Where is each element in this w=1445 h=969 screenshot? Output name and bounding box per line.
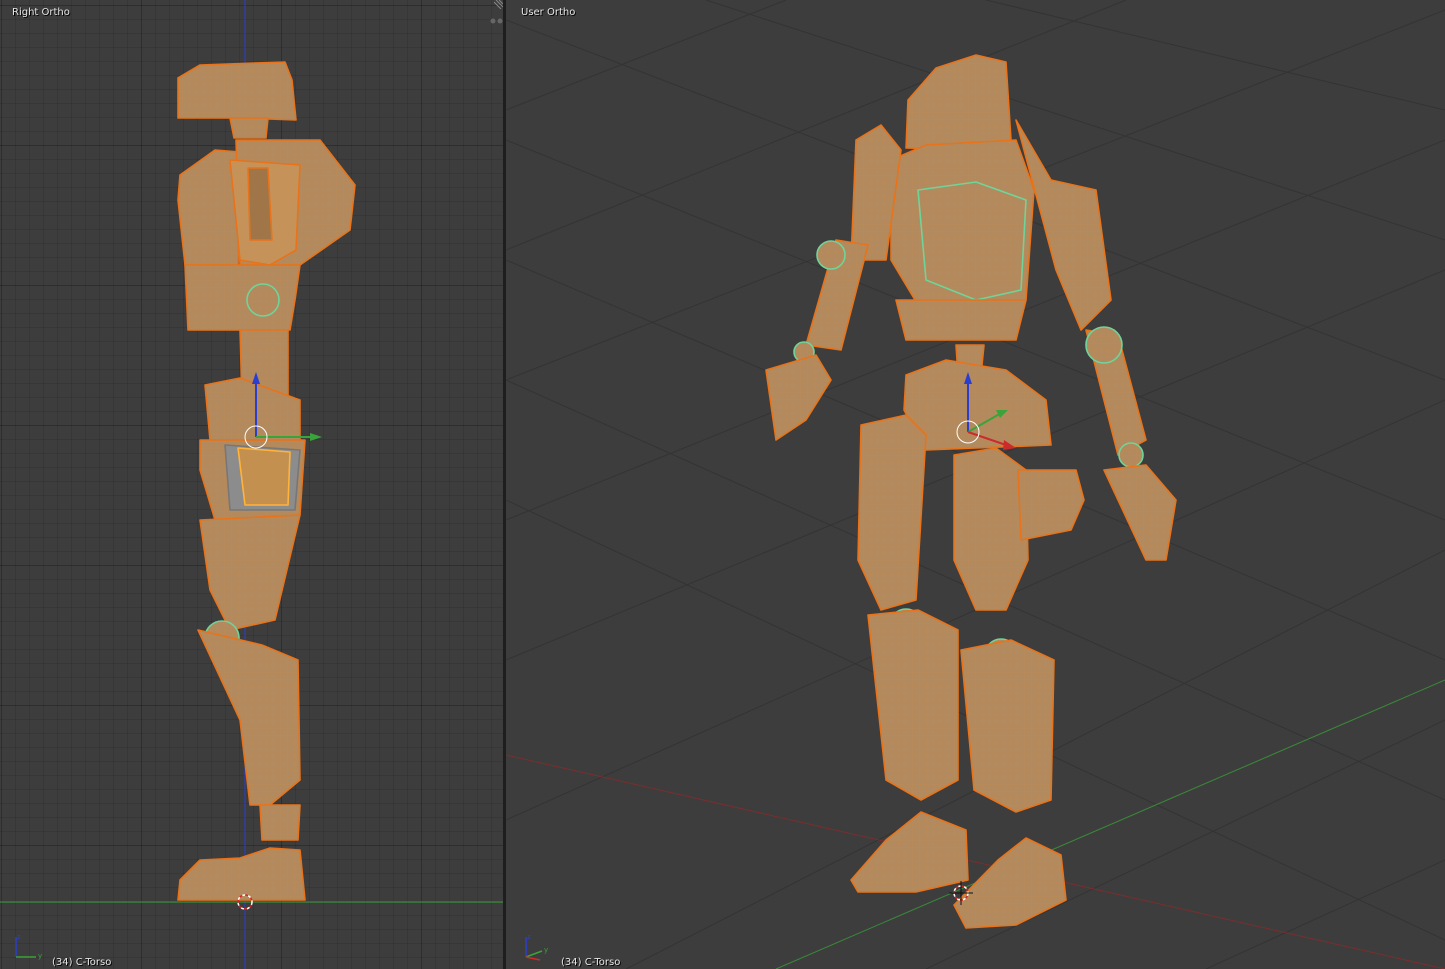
head-part <box>905 54 1012 151</box>
area-corner-hatch-icon[interactable] <box>494 0 503 9</box>
axis-y-label: y <box>38 952 42 960</box>
view-title: User Ortho <box>521 7 576 18</box>
viewport-right-ortho[interactable]: Right Ortho z y (34) C-Torso <box>0 0 503 969</box>
axis-y-label: y <box>544 946 548 954</box>
left-foot-part <box>850 811 969 893</box>
right-shin-part <box>960 639 1055 813</box>
axis-gizmo-icon: z y <box>525 933 548 961</box>
left-shin-part <box>867 609 959 801</box>
right-hand-part <box>1103 464 1177 561</box>
axis-z-label: z <box>17 933 21 941</box>
axis-z-label: z <box>527 933 531 941</box>
left-thigh-part <box>857 414 927 611</box>
head-part <box>177 61 297 121</box>
pouch-part <box>1017 469 1085 541</box>
shin-part <box>197 629 301 806</box>
viewport-user-ortho[interactable]: User Ortho z y (34) C-Torso <box>506 0 1445 969</box>
abdomen-part <box>184 264 301 331</box>
right-foot-part <box>953 837 1067 929</box>
active-object-status: (34) C-Torso <box>52 957 112 968</box>
elbow-joint <box>246 283 280 317</box>
right-thigh-part <box>953 447 1029 611</box>
robot-perspective-view <box>506 0 1445 969</box>
y-axis-line <box>775 679 1445 969</box>
robot-side-view <box>0 0 503 969</box>
thigh-part <box>199 514 301 631</box>
left-hand-part <box>765 354 832 441</box>
foot-part <box>177 847 306 901</box>
area-split-icon[interactable] <box>489 15 503 27</box>
axis-gizmo-icon: z y <box>15 933 42 960</box>
view-title: Right Ortho <box>12 7 70 18</box>
active-object-status: (34) C-Torso <box>561 957 621 968</box>
